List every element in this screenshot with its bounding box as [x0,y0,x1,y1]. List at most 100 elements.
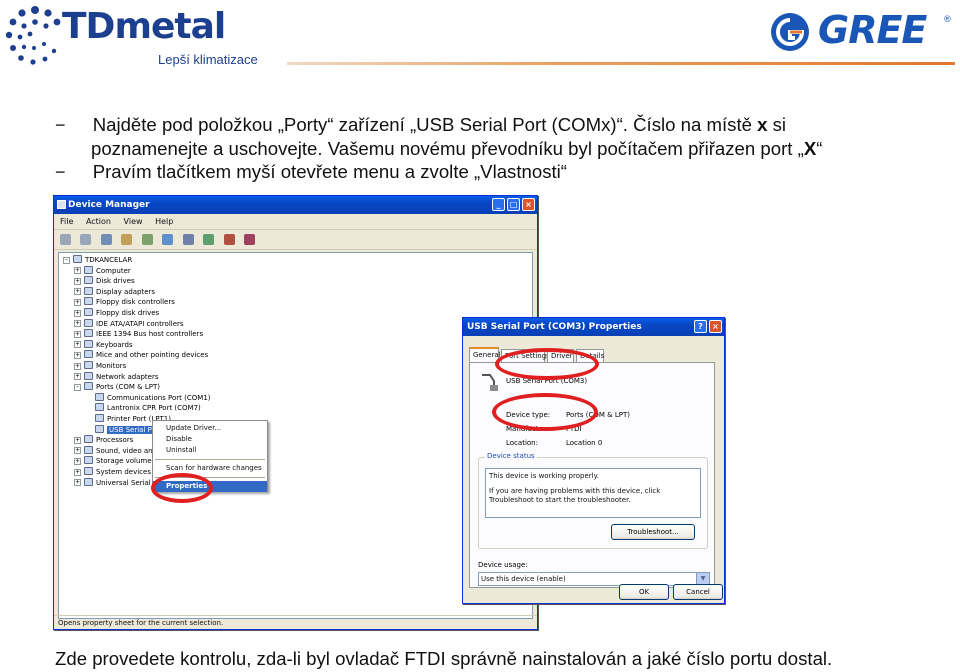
tree-expander[interactable]: + [74,267,81,275]
properties-icon[interactable] [121,234,133,245]
menu-separator [155,459,265,460]
instruction-text: Vašemu novému převodníku byl počítačem p… [322,138,804,159]
tree-expander[interactable]: + [74,309,81,317]
tree-expander[interactable]: + [74,277,81,285]
help-icon[interactable] [162,234,174,245]
tree-item[interactable]: Mice and other pointing devices [84,350,208,360]
device-icon [84,361,93,369]
tree-expander[interactable]: - [63,256,70,264]
tree-item[interactable]: Monitors [84,361,126,371]
close-button[interactable]: × [522,198,535,211]
tree-item[interactable]: Processors [84,435,133,445]
menu-help[interactable]: Help [155,217,173,226]
dialog-close-button[interactable]: × [709,320,722,333]
device-status-textbox[interactable]: This device is working properly. If you … [485,468,701,518]
device-icon [84,265,93,274]
tree-item[interactable]: Lantronix CPR Port (COM7) [95,403,201,413]
tree-item[interactable]: Sound, video and [84,445,157,456]
tree-item[interactable]: IDE ATA/ATAPI controllers [84,318,184,329]
update-driver-icon[interactable] [203,234,215,245]
device-manager-titlebar[interactable]: Device Manager _ □ × [54,196,537,214]
ok-button[interactable]: OK [619,584,669,600]
maximize-button[interactable]: □ [507,198,520,211]
tree-item-label: Communications Port (COM1) [107,393,211,402]
forward-icon[interactable] [80,234,92,245]
tree-expander[interactable]: + [74,298,81,306]
menu-uninstall[interactable]: Uninstall [153,445,267,456]
tree-item[interactable]: Ports (COM & LPT) [84,382,160,392]
tree-expander[interactable]: + [74,468,81,476]
gree-registered-mark: ® [944,14,951,24]
tree-item[interactable]: Computer [84,265,131,276]
device-icon [84,350,93,359]
tree-item-label: Floppy disk drives [96,309,160,317]
troubleshoot-button[interactable]: Troubleshoot... [611,524,695,540]
menu-update-driver[interactable]: Update Driver... [153,423,267,434]
window-title: Device Manager [68,200,150,210]
tree-item[interactable]: Network adapters [84,371,159,382]
scan-hardware-icon[interactable] [182,234,194,245]
tree-expander[interactable]: + [74,373,81,381]
tree-expander[interactable]: + [74,447,81,455]
gree-logo-icon [771,13,809,51]
tree-item-label: System devices [96,468,151,476]
tree-item[interactable]: Floppy disk controllers [84,297,175,307]
footer-text: Zde provedete kontrolu, zda-li byl ovlad… [55,648,833,669]
tree-item[interactable]: Disk drives [84,276,135,286]
tree-item[interactable]: Display adapters [84,286,155,297]
uninstall-icon[interactable] [223,234,235,245]
menu-bar: File Action View Help [54,214,537,230]
tree-expander[interactable]: + [74,362,81,370]
tree-item[interactable]: Keyboards [84,339,133,350]
instruction-line-1: − Najděte pod položkou „Porty“ zařízení … [55,113,786,137]
tree-item[interactable]: Floppy disk drives [84,308,159,318]
tree-expander[interactable]: + [74,479,81,487]
tree-item[interactable]: Communications Port (COM1) [95,392,211,403]
highlight-circle-properties [151,473,213,503]
location-label: Location: [506,439,538,447]
help-button[interactable]: ? [694,320,707,333]
back-icon[interactable] [60,234,71,245]
up-icon[interactable] [100,234,112,245]
tab-general[interactable]: General [469,347,501,363]
gree-brand: GREE [818,8,927,52]
menu-disable[interactable]: Disable [153,434,267,445]
tree-item[interactable]: TDKANCELAR [73,255,132,265]
tree-item[interactable]: IEEE 1394 Bus host controllers [84,329,203,339]
properties-titlebar[interactable]: USB Serial Port (COM3) Properties ? × [463,318,724,336]
menu-action[interactable]: Action [86,217,111,226]
tree-expander[interactable]: - [74,383,81,391]
bullet-dash: − [55,115,66,135]
tree-expander[interactable]: + [74,330,81,338]
minimize-button[interactable]: _ [492,198,505,211]
tree-item-label: TDKANCELAR [85,256,133,264]
tree-item[interactable]: Storage volumes [84,456,155,466]
page-header: TDmetal Lepší klimatizace GREE ® [0,0,960,90]
device-icon [84,297,93,306]
tree-expander[interactable]: + [74,288,81,296]
device-icon [73,255,82,263]
tree-expander[interactable]: + [74,436,81,444]
device-icon [84,435,93,444]
tree-item-label: Lantronix CPR Port (COM7) [107,404,201,413]
tree-expander[interactable]: + [74,457,81,465]
menu-file[interactable]: File [60,217,73,226]
toolbar [54,230,537,250]
device-icon [84,286,93,295]
tree-expander[interactable]: + [74,320,81,328]
device-icon [84,318,93,327]
menu-view[interactable]: View [124,217,143,226]
cancel-button[interactable]: Cancel [673,584,723,600]
tree-expander[interactable]: + [74,341,81,349]
tree-item[interactable]: System devices [84,467,151,477]
instruction-text: si [767,114,787,135]
tree-item-label: Floppy disk controllers [96,298,175,307]
instruction-text: poznamenejte a uschovejte. [91,138,323,159]
tree-expander[interactable]: + [74,351,81,359]
tree-item-label: Processors [96,436,134,445]
print-icon[interactable] [141,234,153,245]
menu-scan-hardware[interactable]: Scan for hardware changes [153,463,267,474]
general-panel: USB Serial Port (COM3) Device type: Port… [469,362,715,588]
disable-icon[interactable] [244,234,256,245]
device-icon [84,308,93,316]
